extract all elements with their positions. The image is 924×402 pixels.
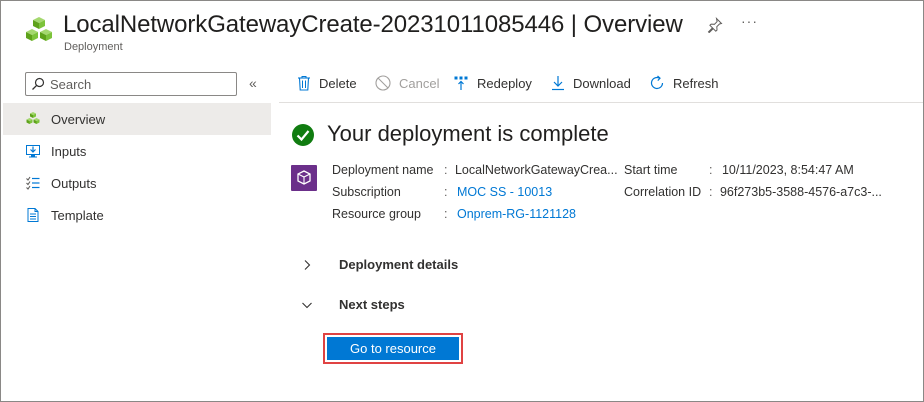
- nav-item-outputs[interactable]: Outputs: [3, 167, 271, 199]
- go-to-resource-highlight: Go to resource: [323, 333, 463, 364]
- correlation-id-value-row: : 96f273b5-3588-4576-a7c3-...: [709, 185, 882, 199]
- command-bar: Delete Cancel Redeploy Download Refresh: [279, 65, 923, 103]
- refresh-button[interactable]: Refresh: [649, 75, 719, 91]
- download-icon: [552, 76, 564, 91]
- deployment-name-label: Deployment name: [332, 163, 434, 177]
- list-check-icon: [26, 176, 40, 190]
- download-button[interactable]: Download: [551, 75, 631, 91]
- left-navigation: « Overview Inputs: [3, 65, 271, 401]
- deployment-details-toggle[interactable]: Deployment details: [301, 257, 458, 272]
- page-header: LocalNetworkGatewayCreate-20231011085446…: [1, 1, 923, 63]
- cubes-icon: [26, 112, 40, 124]
- resource-type-icon: [291, 165, 317, 191]
- go-to-resource-button[interactable]: Go to resource: [327, 337, 459, 360]
- collapse-nav-button[interactable]: «: [249, 75, 257, 91]
- chevron-right-icon: [304, 259, 311, 270]
- deployment-name-value-row: : LocalNetworkGatewayCrea...: [444, 163, 618, 177]
- start-time-label: Start time: [624, 163, 678, 177]
- chevron-down-icon: [302, 302, 312, 308]
- page-title: LocalNetworkGatewayCreate-20231011085446…: [63, 11, 683, 38]
- redeploy-label: Redeploy: [477, 75, 532, 91]
- success-check-icon: [292, 124, 314, 146]
- refresh-icon: [650, 75, 664, 90]
- subscription-row: Subscription: [332, 185, 401, 199]
- subscription-value-row: : MOC SS - 10013: [444, 185, 553, 199]
- cancel-label: Cancel: [399, 75, 440, 91]
- refresh-label: Refresh: [673, 75, 719, 91]
- document-icon: [27, 208, 39, 222]
- delete-label: Delete: [319, 75, 357, 91]
- nav-item-label: Template: [51, 207, 104, 223]
- deployment-window: LocalNetworkGatewayCreate-20231011085446…: [0, 0, 924, 402]
- search-icon: [32, 77, 45, 90]
- redeploy-button[interactable]: Redeploy: [453, 75, 532, 91]
- start-time-value: 10/11/2023, 8:54:47 AM: [721, 163, 854, 177]
- start-time-row: Start time: [624, 163, 678, 177]
- more-options-button[interactable]: ···: [741, 13, 758, 29]
- nav-item-template[interactable]: Template: [3, 199, 271, 231]
- delete-button[interactable]: Delete: [297, 75, 357, 91]
- nav-item-label: Outputs: [51, 175, 97, 191]
- search-input[interactable]: [50, 75, 232, 93]
- resource-group-label: Resource group: [332, 207, 421, 221]
- deployment-name-value: LocalNetworkGatewayCrea...: [454, 163, 618, 177]
- deployment-name-row: Deployment name: [332, 163, 433, 177]
- nav-item-label: Overview: [51, 111, 106, 127]
- download-label: Download: [573, 75, 631, 91]
- search-box[interactable]: [25, 72, 237, 96]
- cube-braces-icon: [297, 170, 311, 185]
- page-subtitle: Deployment: [64, 41, 123, 53]
- cancel-button[interactable]: Cancel: [375, 75, 439, 91]
- correlation-id-value: 96f273b5-3588-4576-a7c3-...: [719, 185, 882, 199]
- resource-group-link[interactable]: Onprem-RG-1121128: [457, 207, 576, 221]
- trash-icon: [298, 76, 310, 91]
- next-steps-toggle[interactable]: Next steps: [301, 297, 405, 312]
- subscription-link[interactable]: MOC SS - 10013: [457, 185, 552, 199]
- correlation-id-row: Correlation ID: [624, 185, 701, 199]
- deployment-cubes-icon: [26, 17, 52, 41]
- deployment-status-title: Your deployment is complete: [327, 121, 609, 146]
- resource-group-value-row: : Onprem-RG-1121128: [444, 207, 577, 221]
- start-time-value-row: : 10/11/2023, 8:54:47 AM: [709, 163, 854, 177]
- pin-icon[interactable]: [707, 17, 723, 33]
- cancel-icon: [375, 75, 391, 91]
- resource-group-row: Resource group: [332, 207, 421, 221]
- nav-item-label: Inputs: [51, 143, 87, 159]
- redeploy-icon: [454, 76, 468, 90]
- subscription-label: Subscription: [332, 185, 401, 199]
- monitor-download-icon: [26, 145, 40, 158]
- nav-item-overview[interactable]: Overview: [3, 103, 271, 135]
- nav-item-inputs[interactable]: Inputs: [3, 135, 271, 167]
- next-steps-title: Next steps: [339, 297, 405, 312]
- correlation-id-label: Correlation ID: [624, 185, 702, 199]
- deployment-details-title: Deployment details: [339, 257, 459, 272]
